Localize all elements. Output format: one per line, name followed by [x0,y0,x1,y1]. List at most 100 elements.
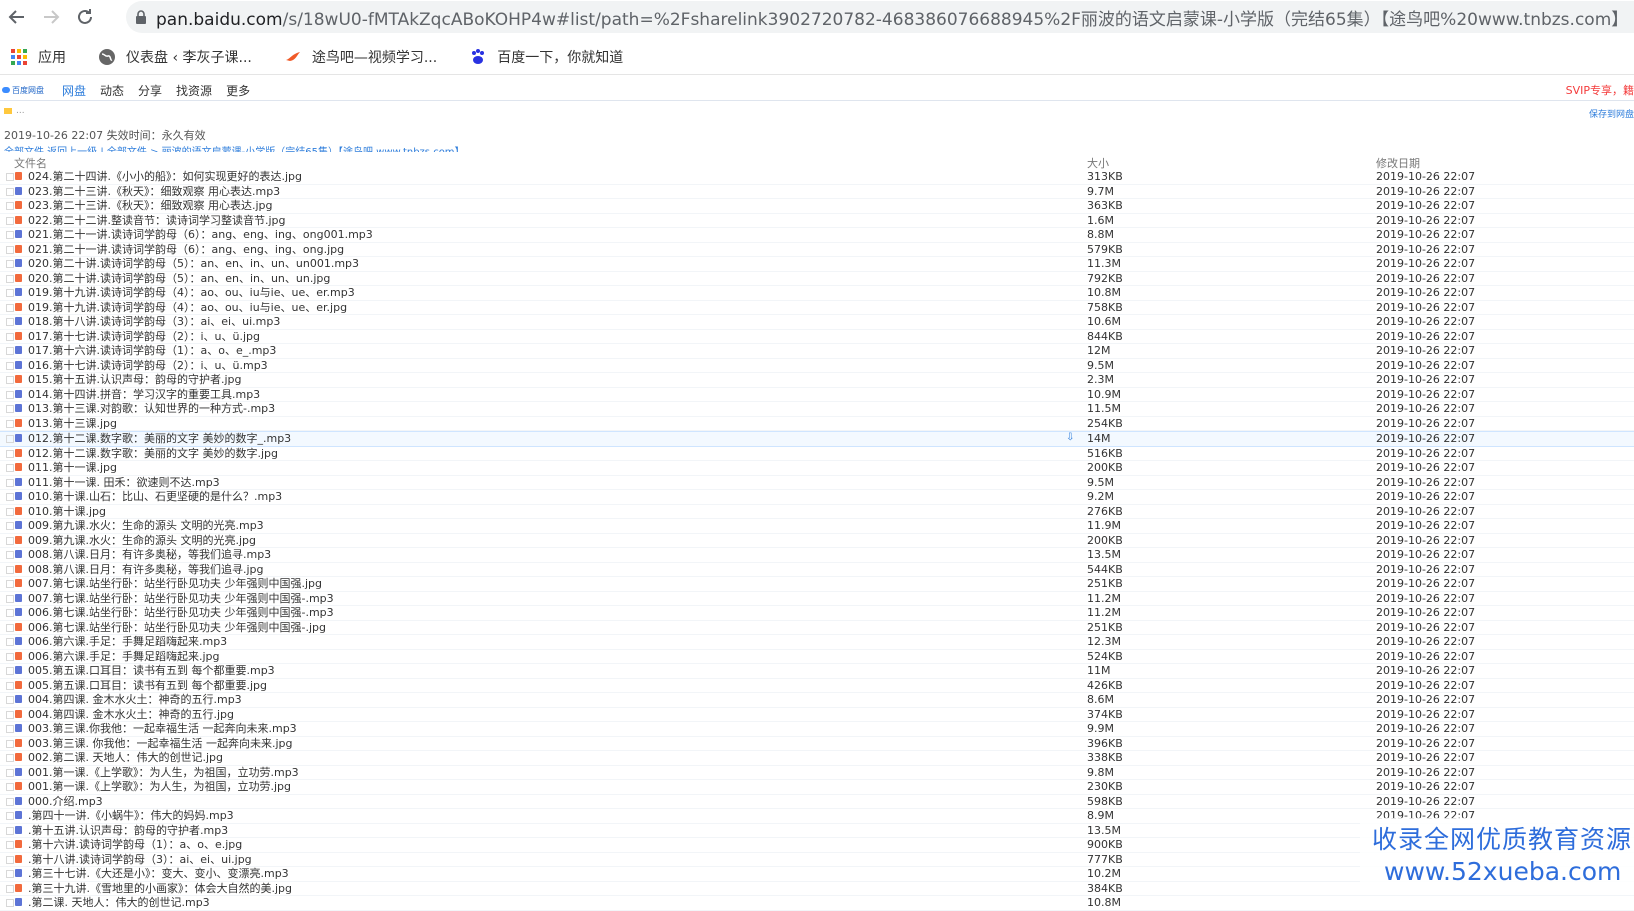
file-name[interactable]: 005.第五课.口耳目：读书有五到 每个都重要.jpg [28,679,267,692]
file-name[interactable]: 014.第十四讲.拼音：学习汉字的重要工具.mp3 [28,388,260,401]
file-name[interactable]: 020.第二十讲.读诗词学韵母（5）：an、en、in、un、un.jpg [28,272,330,285]
file-name[interactable]: 010.第十课.山石：比山、石更坚硬的是什么？.mp3 [28,490,282,503]
file-name[interactable]: 022.第二十二讲.整读音节：读诗词学习整读音节.jpg [28,214,286,227]
file-name[interactable]: 016.第十七讲.读诗词学韵母（2）：i、u、ü.mp3 [28,359,268,372]
file-name[interactable]: 010.第十课.jpg [28,505,106,518]
row-checkbox[interactable] [6,623,14,632]
file-name[interactable]: 020.第二十讲.读诗词学韵母（5）：an、en、in、un、un001.mp3 [28,257,359,270]
file-row[interactable]: 010.第十课.山石：比山、石更坚硬的是什么？.mp3 9.2M 2019-10-2… [0,490,1634,505]
row-checkbox[interactable] [6,681,14,690]
file-row[interactable]: .第二课. 天地人：伟大的创世记.mp3 10.8M [0,896,1634,911]
row-checkbox[interactable] [6,303,14,312]
row-checkbox[interactable] [6,274,14,283]
row-checkbox[interactable] [6,390,14,399]
file-row[interactable]: 019.第十九讲.读诗词学韵母（4）：ao、ou、iu与ie、ue、er.jpg… [0,301,1634,315]
file-row[interactable]: 011.第十一课.jpg 200KB 2019-10-26 22:07 [0,461,1634,476]
file-name[interactable]: 023.第二十三讲.《秋天》：细致观察 用心表达.mp3 [28,185,280,198]
file-row[interactable]: 008.第八课.日月：有许多奥秘，等我们追寻.mp3 13.5M 2019-10-2… [0,548,1634,563]
file-name[interactable]: .第三十七讲.《大还是小》：变大、变小、变漂亮.mp3 [28,867,289,880]
file-name[interactable]: 007.第七课.站坐行卧：站坐行卧见功夫 少年强则中国强.jpg [28,577,322,590]
row-checkbox[interactable] [6,318,14,326]
row-checkbox[interactable] [6,768,14,777]
file-row[interactable]: 014.第十四讲.拼音：学习汉字的重要工具.mp3 10.9M 2019-10-26… [0,388,1634,402]
nav-activity[interactable]: 动态 [100,82,124,99]
file-name[interactable]: 011.第十一课. 田禾：欲速则不达.mp3 [28,476,220,489]
file-name[interactable]: 000.介绍.mp3 [28,795,103,808]
file-name[interactable]: 006.第六课.手足：手舞足蹈嗨起来.mp3 [28,635,227,648]
file-row[interactable]: 005.第五课.口耳目：读书有五到 每个都重要.mp3 11M 2019-10-26… [0,664,1634,679]
row-checkbox[interactable] [6,231,14,239]
row-checkbox[interactable] [6,245,14,254]
file-name[interactable]: 018.第十八讲.读诗词学韵母（3）：ai、ei、ui.mp3 [28,315,280,328]
file-row[interactable]: 015.第十五讲.认识声母：韵母的守护者.jpg 2.3M 2019-10-26 2… [0,373,1634,388]
file-name[interactable]: 002.第二课. 天地人：伟大的创世记.jpg [28,751,223,764]
file-name[interactable]: 013.第十三课.jpg [28,417,117,430]
file-name[interactable]: 017.第十六讲.读诗词学韵母（1）：a、o、e_.mp3 [28,344,276,357]
nav-share[interactable]: 分享 [138,82,162,99]
row-checkbox[interactable] [6,725,14,733]
row-checkbox[interactable] [6,376,14,384]
file-row[interactable]: 001.第一课.《上学歌》：为人生，为祖国，立功劳.jpg 230KB 2019-1… [0,780,1634,795]
row-checkbox[interactable] [6,783,14,791]
file-row[interactable]: 023.第二十三讲.《秋天》：细致观察 用心表达.mp3 9.7M 2019-10-… [0,185,1634,199]
row-checkbox[interactable] [6,173,14,181]
file-name[interactable]: 006.第六课.手足：手舞足蹈嗨起来.jpg [28,650,220,663]
file-row[interactable]: 012.第十二课.数字歌：美丽的文字 美妙的数字_.mp3 ⇩ 14M 2019-10… [0,431,1634,447]
file-name[interactable]: 021.第二十一讲.读诗词学韵母（6）：ang、eng、ing、ong001.m… [28,228,373,241]
file-name[interactable]: 013.第十三课.对韵歌：认知世界的一种方式-.mp3 [28,402,275,415]
file-row[interactable]: 017.第十六讲.读诗词学韵母（1）：a、o、e_.mp3 12M 2019-10-… [0,344,1634,359]
row-checkbox[interactable] [6,899,14,907]
row-checkbox[interactable] [6,332,14,341]
row-checkbox[interactable] [6,609,14,617]
file-name[interactable]: .第十六讲.读诗词学韵母（1）：a、o、e.jpg [28,838,242,851]
row-checkbox[interactable] [6,870,14,878]
bookmark-apps[interactable]: 应用 [10,47,66,67]
file-name[interactable]: 012.第十二课.数字歌：美丽的文字 美妙的数字_.mp3 [28,432,291,445]
file-row[interactable]: 011.第十一课. 田禾：欲速则不达.mp3 9.5M 2019-10-26 22:… [0,476,1634,490]
file-row[interactable]: 021.第二十一讲.读诗词学韵母（6）：ang、eng、ing、ong.jpg 5… [0,243,1634,257]
file-name[interactable]: 001.第一课.《上学歌》：为人生，为祖国，立功劳.jpg [28,780,291,793]
row-checkbox[interactable] [6,435,14,443]
reload-button[interactable] [68,0,102,34]
file-row[interactable]: 023.第二十三讲.《秋天》：细致观察 用心表达.jpg 363KB 2019-10… [0,199,1634,214]
download-icon[interactable]: ⇩ [1066,433,1084,443]
file-name[interactable]: 005.第五课.口耳目：读书有五到 每个都重要.mp3 [28,664,275,677]
file-row[interactable]: 004.第四课. 金木水火土：神奇的五行.mp3 8.6M 2019-10-26 2… [0,693,1634,708]
row-checkbox[interactable] [6,696,14,704]
row-checkbox[interactable] [6,536,14,545]
file-name[interactable]: 017.第十七讲.读诗词学韵母（2）：i、u、ü.jpg [28,330,260,343]
file-name[interactable]: 023.第二十三讲.《秋天》：细致观察 用心表达.jpg [28,199,273,212]
row-checkbox[interactable] [6,202,14,210]
save-to-netdisk-button[interactable]: 保存到网盘 [1589,107,1634,120]
svip-link[interactable]: SVIP专享，籍 [1566,82,1634,98]
file-row[interactable]: 004.第四课. 金木水火土：神奇的五行.jpg 374KB 2019-10-26 … [0,708,1634,722]
nav-find-resource[interactable]: 找资源 [176,82,212,99]
row-checkbox[interactable] [6,565,14,574]
file-row[interactable]: 008.第八课.日月：有许多奥秘，等我们追寻.jpg 544KB 2019-10-2… [0,563,1634,577]
row-checkbox[interactable] [6,464,14,472]
row-checkbox[interactable] [6,405,14,413]
row-checkbox[interactable] [6,667,14,675]
col-header-name[interactable]: 文件名 [14,155,47,171]
file-row[interactable]: 016.第十七讲.读诗词学韵母（2）：i、u、ü.mp3 9.5M 2019-10-… [0,359,1634,373]
file-name[interactable]: .第三十九讲.《雪地里的小画家》：体会大自然的美.jpg [28,882,292,895]
col-header-size[interactable]: 大小 [1087,155,1109,171]
file-row[interactable]: 006.第六课.手足：手舞足蹈嗨起来.mp3 12.3M 2019-10-26 22… [0,635,1634,650]
file-row[interactable]: 006.第七课.站坐行卧：站坐行卧见功夫 少年强则中国强-.mp3 11.2M 20… [0,606,1634,621]
file-name[interactable]: .第四十一讲.《小蜗牛》：伟大的妈妈.mp3 [28,809,234,822]
file-name[interactable]: 003.第三课.你我他：一起幸福生活 一起奔向未来.mp3 [28,722,297,735]
row-checkbox[interactable] [6,812,14,820]
row-checkbox[interactable] [6,855,14,864]
file-row[interactable]: 003.第三课.你我他：一起幸福生活 一起奔向未来.mp3 9.9M 2019-10… [0,722,1634,737]
breadcrumb[interactable]: 全部文件 返回上一级 | 全部文件 > 丽波的语文启蒙课-小学版（完结65集）【… [4,143,465,152]
file-name[interactable]: 004.第四课. 金木水火土：神奇的五行.jpg [28,708,234,721]
file-name[interactable]: 001.第一课.《上学歌》：为人生，为祖国，立功劳.mp3 [28,766,299,779]
file-name[interactable]: .第十八讲.读诗词学韵母（3）：ai、ei、ui.jpg [28,853,252,866]
row-checkbox[interactable] [6,289,14,297]
file-row[interactable]: 022.第二十二讲.整读音节：读诗词学习整读音节.jpg 1.6M 2019-10-… [0,214,1634,228]
nav-netdisk[interactable]: 网盘 [62,82,86,99]
row-checkbox[interactable] [6,884,14,893]
file-name[interactable]: 006.第七课.站坐行卧：站坐行卧见功夫 少年强则中国强-.mp3 [28,606,334,619]
file-row[interactable]: 009.第九课.水火：生命的源头 文明的光亮.jpg 200KB 2019-10-2… [0,534,1634,548]
file-row[interactable]: 003.第三课. 你我他：一起幸福生活 一起奔向未来.jpg 396KB 2019-… [0,737,1634,751]
